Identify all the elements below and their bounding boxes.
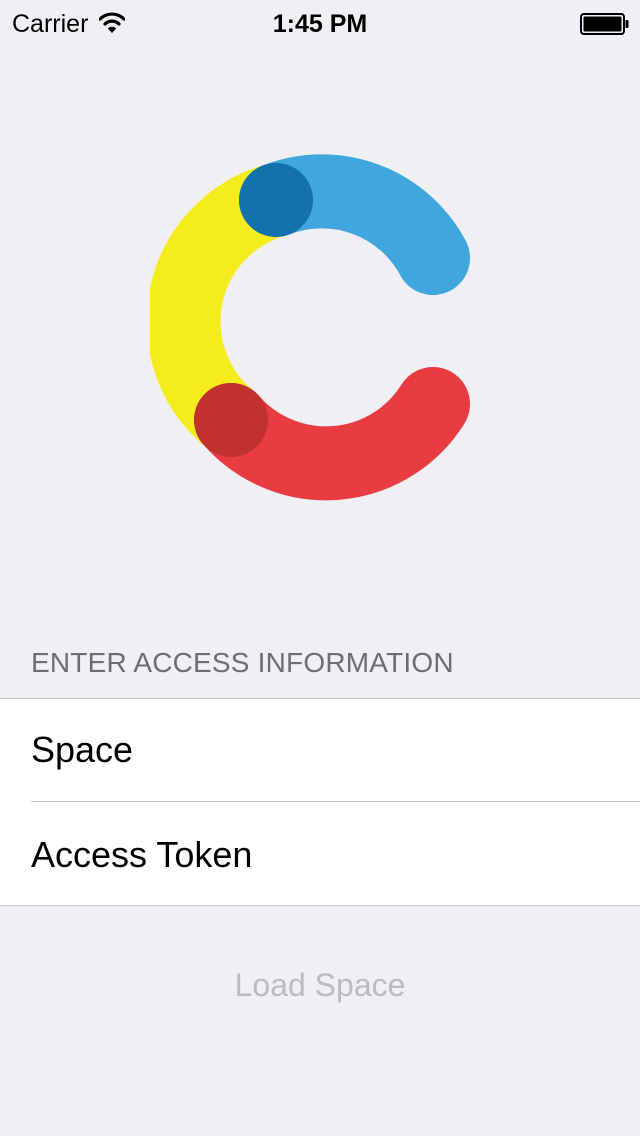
space-field[interactable]: Space xyxy=(0,699,640,802)
access-form-table: Space Access Token xyxy=(0,698,640,906)
status-bar: Carrier 1:45 PM xyxy=(0,0,640,40)
load-space-button[interactable]: Load Space xyxy=(170,958,470,1012)
clock-label: 1:45 PM xyxy=(272,10,368,38)
app-logo xyxy=(150,154,470,501)
access-token-field-label: Access Token xyxy=(31,834,253,875)
section-header: ENTER ACCESS INFORMATION xyxy=(31,647,454,678)
battery-icon xyxy=(580,13,629,35)
access-token-field[interactable]: Access Token xyxy=(0,802,640,905)
space-field-label: Space xyxy=(31,729,134,770)
